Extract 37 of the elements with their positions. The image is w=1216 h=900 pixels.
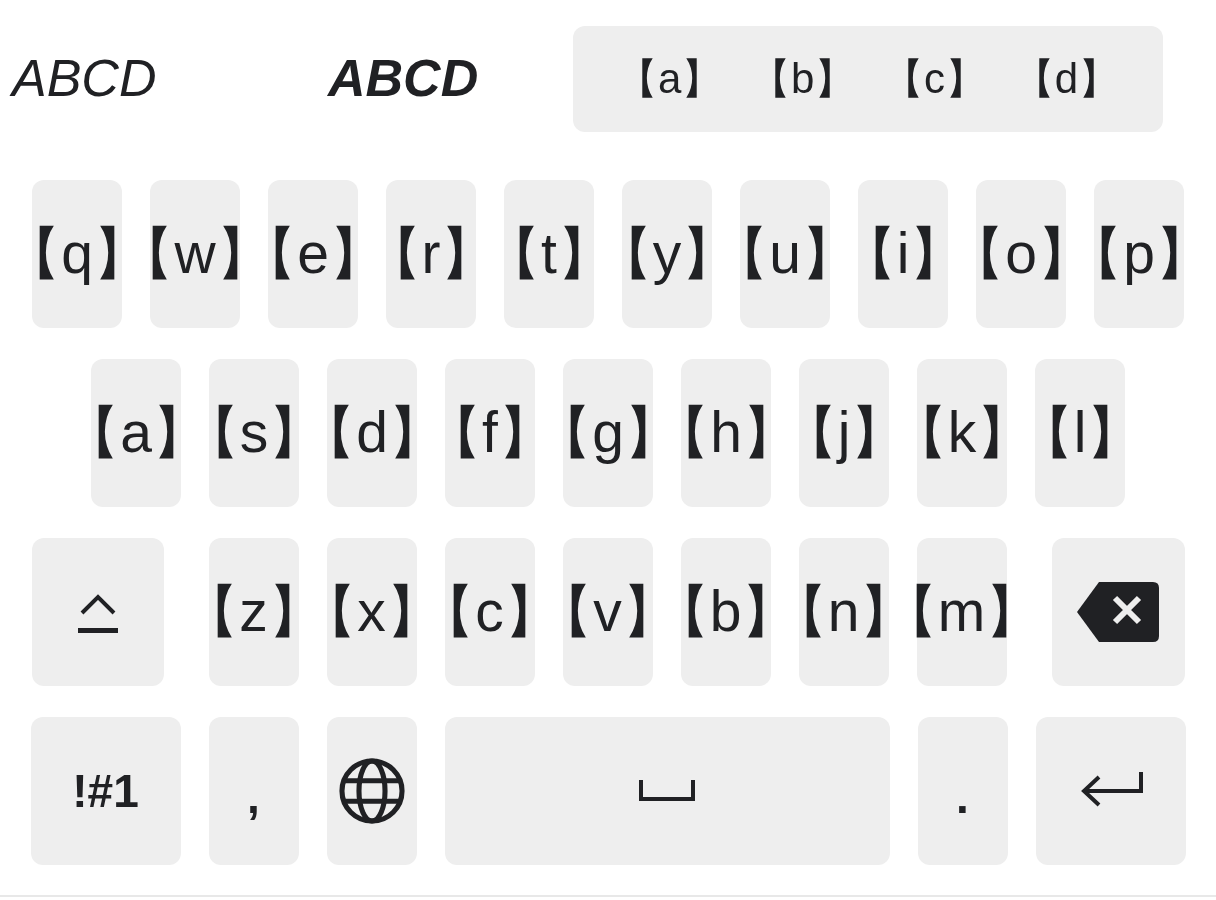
letter-key[interactable]: 【x】 [326, 538, 417, 686]
globe-icon [337, 757, 406, 825]
letter-key[interactable]: 【p】 [1094, 180, 1184, 328]
letter-key[interactable]: 【u】 [740, 180, 830, 328]
suggestion-chip[interactable]: 【a】 【b】 【c】 【d】 [573, 26, 1163, 132]
letter-key[interactable]: 【a】 [91, 359, 181, 507]
space-bar-icon [639, 780, 695, 802]
letter-key[interactable]: 【f】 [445, 359, 535, 507]
letter-key[interactable]: 【e】 [268, 180, 358, 328]
letter-key[interactable]: 【z】 [208, 538, 299, 686]
letter-key[interactable]: 【b】 [680, 538, 771, 686]
letter-key[interactable]: 【y】 [622, 180, 712, 328]
letter-key[interactable]: 【n】 [798, 538, 889, 686]
backspace-icon [1077, 582, 1159, 642]
letter-key[interactable]: 【r】 [386, 180, 476, 328]
suggestion-text[interactable]: ABCD [328, 49, 479, 109]
letter-key[interactable]: 【g】 [563, 359, 653, 507]
letter-key[interactable]: 【m】 [916, 538, 1007, 686]
letter-key[interactable]: 【w】 [150, 180, 240, 328]
symbols-key[interactable]: !#1 [30, 717, 181, 865]
letter-key[interactable]: 【q】 [32, 180, 122, 328]
letter-key[interactable]: 【d】 [327, 359, 417, 507]
letter-key[interactable]: 【k】 [917, 359, 1007, 507]
letter-key[interactable]: 【s】 [209, 359, 299, 507]
punctuation-key[interactable]: , [208, 717, 299, 865]
letter-key[interactable]: 【c】 [444, 538, 535, 686]
letter-key[interactable]: 【v】 [562, 538, 653, 686]
punctuation-key[interactable]: . [917, 717, 1008, 865]
letter-key[interactable]: 【j】 [799, 359, 889, 507]
letter-key[interactable]: 【l】 [1035, 359, 1125, 507]
backspace-key[interactable] [1051, 538, 1185, 686]
letter-key[interactable]: 【h】 [681, 359, 771, 507]
letter-key[interactable]: 【i】 [858, 180, 948, 328]
globe-key[interactable] [326, 717, 417, 865]
letter-key[interactable]: 【t】 [504, 180, 594, 328]
letter-key[interactable]: 【o】 [976, 180, 1066, 328]
enter-key[interactable] [1035, 717, 1186, 865]
